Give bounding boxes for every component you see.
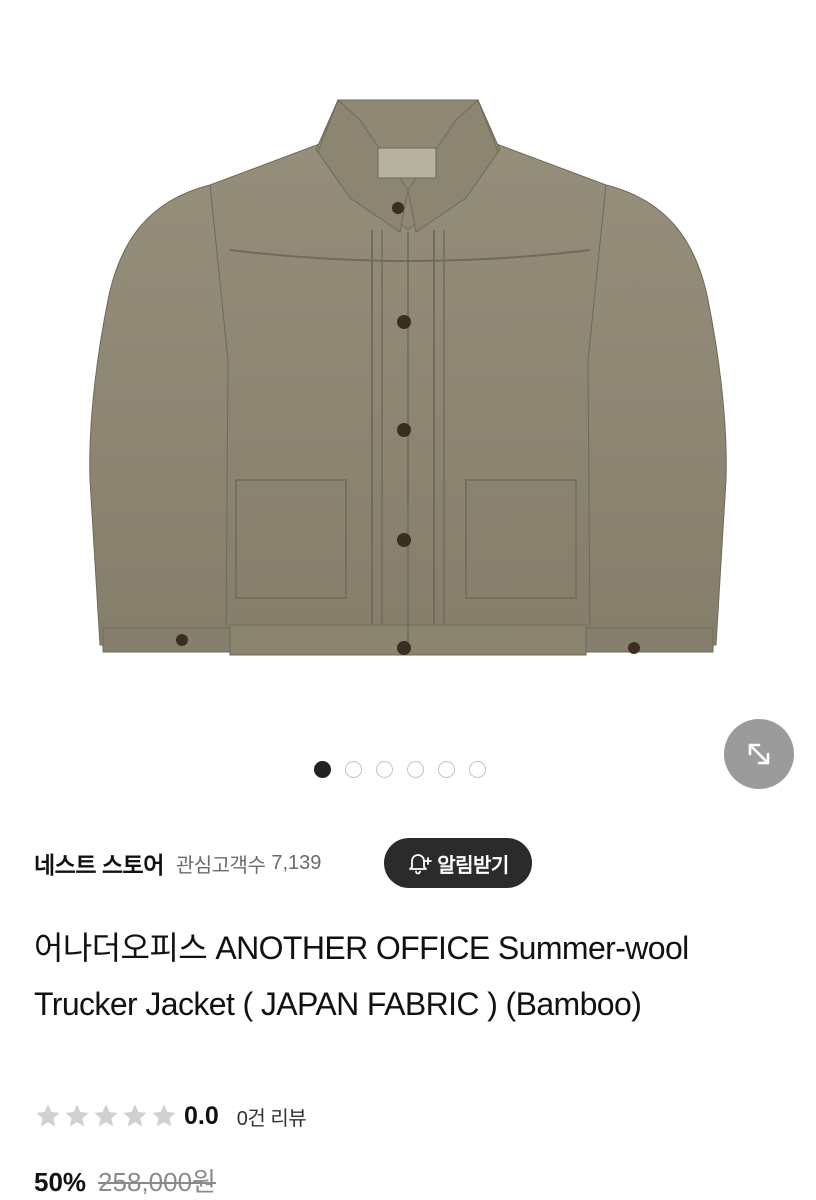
pagination-dot-6[interactable]	[469, 761, 486, 778]
follower-label: 관심고객수	[175, 854, 266, 877]
pagination-dot-2[interactable]	[345, 761, 362, 778]
expand-image-button[interactable]	[724, 719, 794, 789]
star-icon	[123, 1104, 147, 1127]
price-row: 50% 258,000원	[34, 1162, 216, 1199]
expand-arrows-icon	[748, 743, 770, 765]
star-icon	[36, 1104, 60, 1127]
star-icon	[94, 1104, 118, 1127]
store-info: 네스트 스토어 관심고객수 7,139	[34, 838, 321, 888]
pagination-dot-3[interactable]	[376, 761, 393, 778]
notify-button[interactable]: 알림받기	[384, 838, 532, 888]
star-icon	[65, 1104, 89, 1127]
image-pagination	[314, 761, 486, 778]
bell-plus-icon	[409, 854, 433, 875]
pagination-dot-5[interactable]	[438, 761, 455, 778]
product-title: 어나더오피스 ANOTHER OFFICE Summer-wool Trucke…	[34, 930, 689, 1022]
pagination-dot-1[interactable]	[314, 761, 331, 778]
star-icon	[152, 1104, 176, 1127]
review-count-link[interactable]: 0건 리뷰	[237, 1102, 307, 1131]
product-image[interactable]	[0, 0, 816, 745]
star-rating	[34, 1102, 178, 1130]
rating-row[interactable]: 0.0 0건 리뷰	[34, 1096, 307, 1136]
pagination-dot-4[interactable]	[407, 761, 424, 778]
follower-count: 7,139	[271, 851, 322, 874]
store-name-link[interactable]: 네스트 스토어	[34, 846, 164, 880]
rating-value: 0.0	[184, 1101, 219, 1130]
original-price: 258,000원	[98, 1167, 216, 1197]
notify-button-label: 알림받기	[437, 854, 509, 877]
discount-rate: 50%	[34, 1167, 87, 1197]
jacket-illustration	[89, 99, 727, 656]
